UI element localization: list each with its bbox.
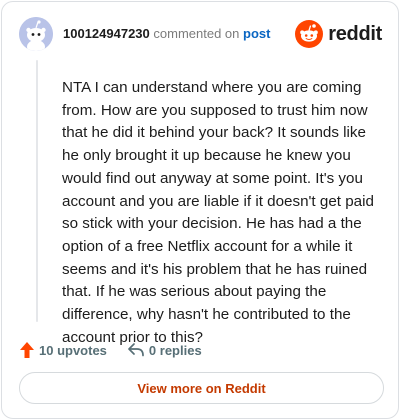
reply-arrow-icon (128, 343, 144, 357)
upvotes-stat[interactable]: 10 upvotes (19, 341, 107, 359)
reddit-logo-icon (295, 20, 324, 48)
upvotes-label: 10 upvotes (39, 342, 107, 358)
snoo-avatar-icon (19, 17, 53, 51)
replies-stat[interactable]: 0 replies (127, 342, 202, 358)
comment-meta: 100124947230 commented on post (63, 26, 270, 42)
comment-body: NTA I can understand where you are comin… (62, 79, 374, 346)
user-avatar[interactable] (19, 17, 53, 51)
comment-embed-card: 100124947230 commented on post reddit NT… (1, 1, 399, 419)
post-link[interactable]: post (243, 26, 270, 41)
thread-line (36, 60, 38, 322)
comment-stats: 10 upvotes 0 replies (19, 340, 382, 360)
username[interactable]: 100124947230 (63, 26, 150, 41)
brand-wordmark: reddit (328, 22, 382, 45)
upvote-arrow-icon (20, 342, 34, 358)
action-text: commented on (153, 26, 240, 41)
replies-label: 0 replies (148, 342, 202, 358)
reddit-brand[interactable]: reddit (295, 20, 382, 48)
view-more-button[interactable]: View more on Reddit (19, 372, 384, 404)
comment-header: 100124947230 commented on post reddit (19, 17, 382, 53)
